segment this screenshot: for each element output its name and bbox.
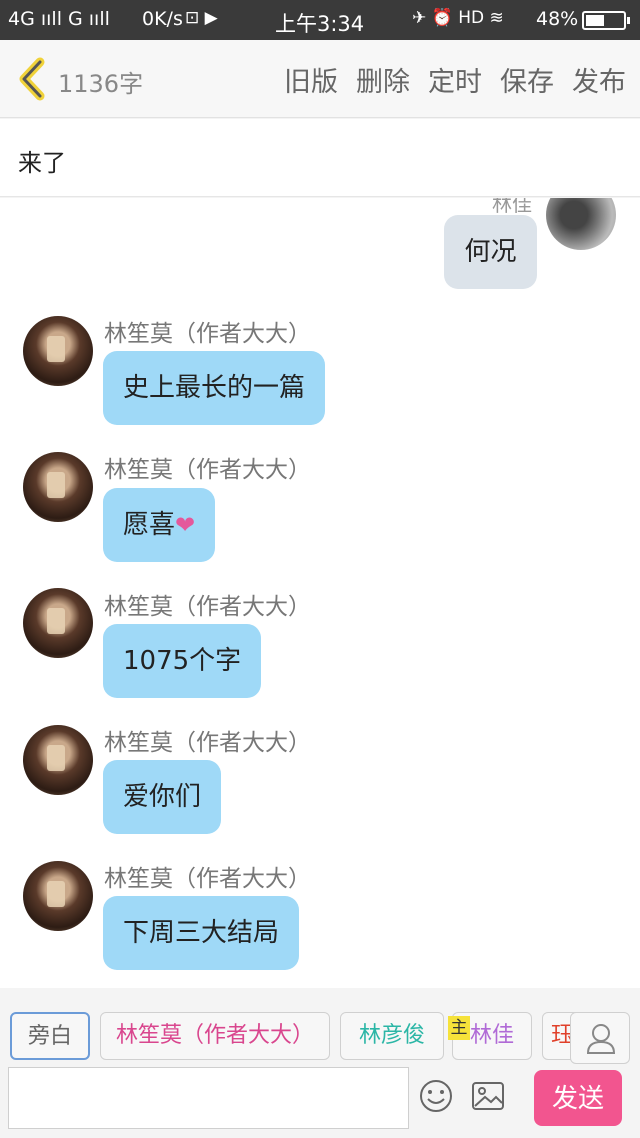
speaker-name: 林笙莫（作者大大） <box>104 321 311 347</box>
image-icon <box>472 1082 504 1110</box>
message-bubble[interactable]: 史上最长的一篇 <box>103 351 326 425</box>
word-count: 1136字 <box>58 70 144 98</box>
story-title[interactable]: 来了 <box>18 143 66 178</box>
message-input[interactable] <box>8 1067 409 1129</box>
message-bubble[interactable]: 爱你们 <box>103 760 222 834</box>
user-icon <box>586 1024 616 1054</box>
old-version-button[interactable]: 旧版 <box>284 60 338 99</box>
network-speed: 0K/s <box>142 8 183 30</box>
avatar[interactable] <box>23 861 93 931</box>
delete-button[interactable]: 删除 <box>356 60 410 99</box>
avatar[interactable] <box>23 588 93 658</box>
back-button[interactable] <box>14 56 54 102</box>
signal-indicator: 4G ııll G ııll <box>8 8 110 30</box>
role-chip-narrator[interactable]: 旁白 <box>10 1012 90 1060</box>
host-badge: 主 <box>448 1016 470 1040</box>
battery-icon <box>582 11 630 30</box>
role-selector: 旁白 林笙莫（作者大大） 林彦俊 林佳 珏 <box>0 988 640 1064</box>
input-row: 发送 <box>0 1064 640 1138</box>
message-bubble[interactable]: 何况 <box>444 215 537 289</box>
notification-icons: ⊡ ▶ <box>185 8 218 28</box>
avatar[interactable] <box>23 316 93 386</box>
avatar[interactable] <box>23 725 93 795</box>
add-role-button[interactable] <box>570 1012 630 1064</box>
role-chip-author[interactable]: 林笙莫（作者大大） <box>100 1012 330 1060</box>
speaker-name: 林笙莫（作者大大） <box>104 730 311 756</box>
speaker-name: 林笙莫（作者大大） <box>104 594 311 620</box>
clock: 上午3:34 <box>275 12 365 36</box>
speaker-name: 林笙莫（作者大大） <box>104 866 311 892</box>
schedule-button[interactable]: 定时 <box>428 60 482 99</box>
battery-percent: 48% <box>536 8 579 30</box>
emoji-button[interactable] <box>418 1078 454 1114</box>
send-button[interactable]: 发送 <box>534 1070 622 1126</box>
message-bubble[interactable]: 愿喜❤ <box>103 488 216 562</box>
smiley-icon <box>420 1080 452 1112</box>
heart-icon: ❤ <box>175 511 196 539</box>
chevron-left-icon <box>19 57 45 101</box>
chat-area[interactable]: 林佳 何况 林笙莫（作者大大） 史上最长的一篇 林笙莫（作者大大） 愿喜❤ 林笙… <box>0 198 640 988</box>
editor-header: 1136字 旧版 删除 定时 保存 发布 <box>0 40 640 118</box>
image-button[interactable] <box>470 1078 506 1114</box>
status-bar: 4G ııll G ııll 0K/s ⊡ ▶ 上午3:34 ✈ ⏰ HD ≋ … <box>0 0 640 40</box>
publish-button[interactable]: 发布 <box>572 60 626 99</box>
avatar[interactable] <box>546 198 616 250</box>
speaker-name: 林笙莫（作者大大） <box>104 457 311 483</box>
message-text: 愿喜 <box>123 510 176 540</box>
message-bubble[interactable]: 下周三大结局 <box>103 896 300 970</box>
message-bubble[interactable]: 1075个字 <box>103 624 262 698</box>
system-icons: ✈ ⏰ HD ≋ <box>412 8 504 28</box>
header-actions: 旧版 删除 定时 保存 发布 <box>284 60 626 99</box>
role-chip-lin-yanjun[interactable]: 林彦俊 <box>340 1012 444 1060</box>
avatar[interactable] <box>23 452 93 522</box>
title-bar[interactable]: 来了 <box>0 119 640 197</box>
save-button[interactable]: 保存 <box>500 60 554 99</box>
